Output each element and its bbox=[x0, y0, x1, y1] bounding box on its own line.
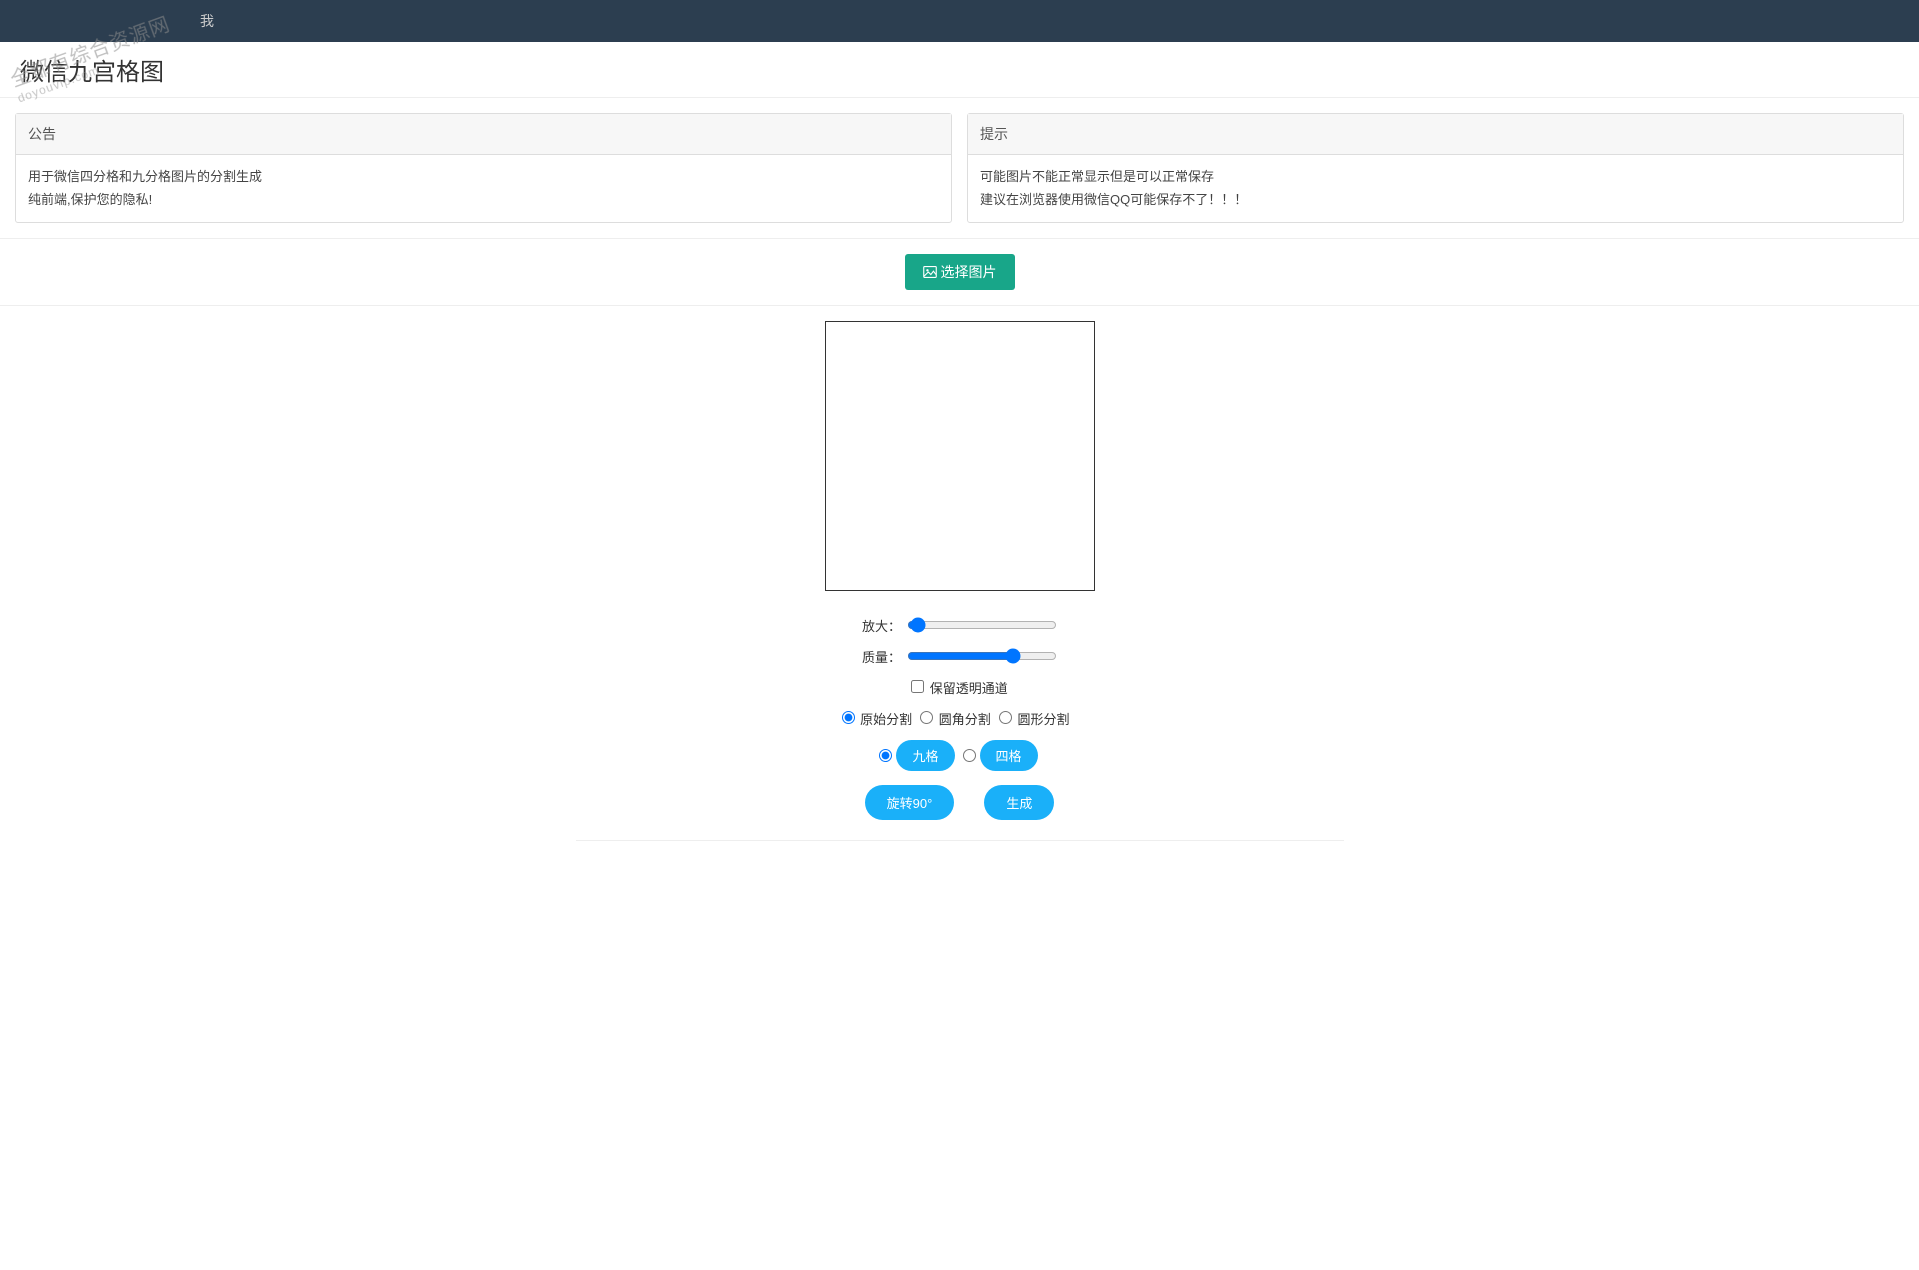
split-mode-row: 原始分割 圆角分割 圆形分割 bbox=[591, 709, 1329, 728]
top-navbar: 我 bbox=[0, 0, 1919, 42]
zoom-label: 放大： bbox=[862, 616, 901, 635]
notice-line-1: 用于微信四分格和九分格图片的分割生成 bbox=[28, 165, 939, 188]
select-image-label: 选择图片 bbox=[941, 262, 997, 282]
split-rounded-label: 圆角分割 bbox=[939, 712, 991, 727]
split-circle-option[interactable]: 圆形分割 bbox=[999, 709, 1070, 728]
card-notice: 公告 用于微信四分格和九分格图片的分割生成 纯前端,保护您的隐私! bbox=[15, 113, 952, 223]
grid9-radio[interactable] bbox=[879, 749, 892, 762]
card-tip: 提示 可能图片不能正常显示但是可以正常保存 建议在浏览器使用微信QQ可能保存不了… bbox=[967, 113, 1904, 223]
zoom-row: 放大： bbox=[591, 616, 1329, 635]
split-circle-radio[interactable] bbox=[999, 711, 1012, 724]
quality-slider[interactable] bbox=[907, 648, 1057, 664]
page-header: 微信九宫格图 bbox=[0, 42, 1919, 98]
grid-count-row: 九格 四格 bbox=[591, 740, 1329, 771]
image-preview-box[interactable] bbox=[825, 321, 1095, 591]
zoom-slider[interactable] bbox=[907, 617, 1057, 633]
nav-link-me[interactable]: 我 bbox=[185, 11, 229, 31]
keep-alpha-option[interactable]: 保留透明通道 bbox=[911, 678, 1008, 697]
card-notice-header: 公告 bbox=[16, 114, 951, 155]
alpha-row: 保留透明通道 bbox=[591, 678, 1329, 697]
quality-label: 质量： bbox=[862, 647, 901, 666]
split-rounded-radio[interactable] bbox=[920, 711, 933, 724]
split-original-option[interactable]: 原始分割 bbox=[842, 709, 913, 728]
card-tip-header: 提示 bbox=[968, 114, 1903, 155]
keep-alpha-checkbox[interactable] bbox=[911, 680, 924, 693]
card-notice-body: 用于微信四分格和九分格图片的分割生成 纯前端,保护您的隐私! bbox=[16, 155, 951, 222]
grid9-button[interactable]: 九格 bbox=[896, 740, 954, 771]
keep-alpha-label: 保留透明通道 bbox=[930, 681, 1008, 696]
split-circle-label: 圆形分割 bbox=[1017, 712, 1069, 727]
generate-button[interactable]: 生成 bbox=[984, 785, 1054, 820]
controls-panel: 放大： 质量： 保留透明通道 原始分割 圆角分割 圆形分割 九格 bbox=[576, 606, 1344, 841]
rotate-button[interactable]: 旋转90° bbox=[865, 785, 955, 820]
split-original-label: 原始分割 bbox=[860, 712, 912, 727]
notice-line-2: 纯前端,保护您的隐私! bbox=[28, 188, 939, 211]
navbar-brand bbox=[15, 0, 160, 42]
page-title: 微信九宫格图 bbox=[20, 52, 1899, 87]
split-original-radio[interactable] bbox=[842, 711, 855, 724]
quality-row: 质量： bbox=[591, 647, 1329, 666]
tip-line-1: 可能图片不能正常显示但是可以正常保存 bbox=[980, 165, 1891, 188]
split-rounded-option[interactable]: 圆角分割 bbox=[920, 709, 991, 728]
action-buttons-row: 旋转90° 生成 bbox=[591, 785, 1329, 820]
tip-line-2: 建议在浏览器使用微信QQ可能保存不了！！！ bbox=[980, 188, 1891, 211]
grid4-option[interactable]: 四格 bbox=[963, 740, 1040, 771]
upload-row: 选择图片 bbox=[0, 239, 1919, 306]
grid4-radio[interactable] bbox=[963, 749, 976, 762]
grid9-option[interactable]: 九格 bbox=[879, 740, 956, 771]
info-cards-row: 公告 用于微信四分格和九分格图片的分割生成 纯前端,保护您的隐私! 提示 可能图… bbox=[0, 98, 1919, 239]
card-tip-body: 可能图片不能正常显示但是可以正常保存 建议在浏览器使用微信QQ可能保存不了！！！ bbox=[968, 155, 1903, 222]
grid4-button[interactable]: 四格 bbox=[980, 740, 1038, 771]
image-icon bbox=[923, 266, 937, 278]
select-image-button[interactable]: 选择图片 bbox=[905, 254, 1015, 290]
